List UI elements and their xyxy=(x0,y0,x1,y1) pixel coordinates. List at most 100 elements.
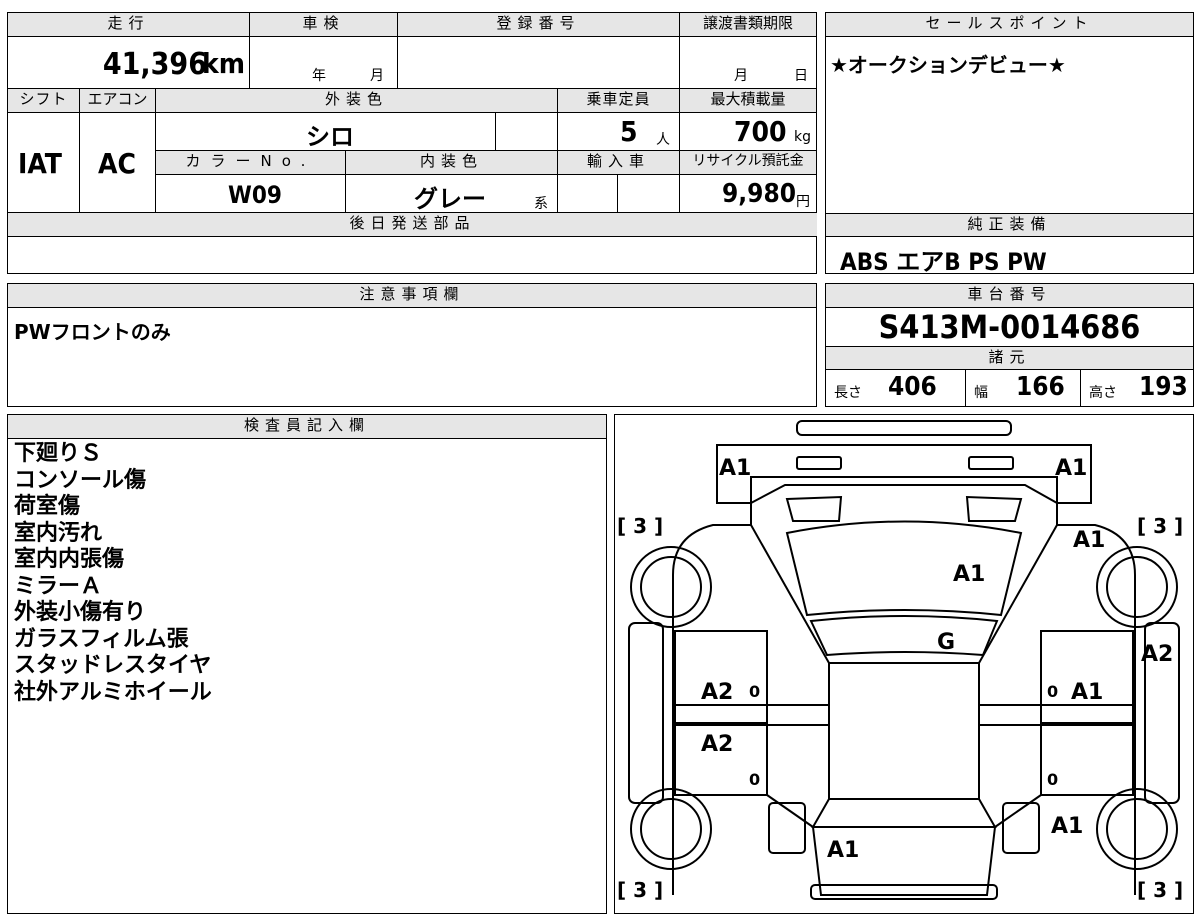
mark-front-left: A1 xyxy=(719,456,751,481)
mark-bracket-tr: [ 3 ] xyxy=(1137,514,1183,538)
mileage-unit: km xyxy=(202,47,245,80)
import-cell-a xyxy=(558,175,618,213)
rear-window xyxy=(811,798,997,828)
wheel-front-left-inner xyxy=(640,556,702,618)
mark-fender-right: A1 xyxy=(1073,528,1105,553)
wheel-front-left xyxy=(630,546,712,628)
capacity-cell: 5 人 xyxy=(558,113,680,151)
exterior-color-extra-cell xyxy=(496,113,558,151)
sales-point-text: ★オークションデビュー★ xyxy=(830,53,1066,77)
mileage-header: 走行 xyxy=(8,13,250,37)
headlight-right xyxy=(968,456,1014,470)
recycle-header: リサイクル預託金 xyxy=(680,151,817,175)
wheel-rear-right xyxy=(1096,788,1178,870)
remark-line: ミラーＡ xyxy=(14,573,103,599)
mark-zero-3: 0 xyxy=(749,770,760,789)
import-cell-b xyxy=(618,175,680,213)
rear-light-left xyxy=(768,802,806,854)
headlight-left xyxy=(796,456,842,470)
mark-hood: A1 xyxy=(953,562,985,587)
interior-color-suffix: 系 xyxy=(534,196,548,212)
inspector-remarks: 下廻りＳ コンソール傷 荷室傷 室内汚れ 室内内張傷 ミラーＡ 外装小傷有り ガ… xyxy=(14,441,212,706)
exterior-color-cell: シロ xyxy=(156,113,496,151)
rear-bumper xyxy=(810,884,998,900)
vehicle-info-block: 走行 車検 登録番号 譲渡書類期限 41,396 km 年 月 月 日 シフト … xyxy=(7,12,817,274)
windshield xyxy=(809,615,999,657)
remark-line: 荷室傷 xyxy=(14,494,81,519)
max-load-cell: 700 kg xyxy=(680,113,817,151)
remark-line: 室内汚れ xyxy=(14,520,103,546)
notes-text: PWフロントのみ xyxy=(14,320,171,344)
mark-bracket-bl: [ 3 ] xyxy=(617,878,663,902)
remark-line: 外装小傷有り xyxy=(14,600,147,625)
mark-right-rear-panel: A2 xyxy=(1141,642,1173,667)
recycle-unit: 円 xyxy=(796,194,810,210)
transfer-deadline-cell: 月 日 xyxy=(680,37,817,89)
recycle-cell: 9,980 円 xyxy=(680,175,817,213)
inspection-header: 車検 xyxy=(250,13,398,37)
rear-quarter-left xyxy=(766,794,814,828)
color-no-value: W09 xyxy=(228,181,282,209)
mileage-cell: 41,396 km xyxy=(8,37,250,89)
shift-value: IAT xyxy=(18,147,62,180)
wheel-rear-right-inner xyxy=(1106,798,1168,860)
later-parts-cell xyxy=(8,237,816,273)
rear-quarter-right xyxy=(994,794,1042,828)
inspector-block: 検査員記入欄 下廻りＳ コンソール傷 荷室傷 室内汚れ 室内内張傷 ミラーＡ 外… xyxy=(7,414,607,914)
mark-bracket-tl: [ 3 ] xyxy=(617,514,663,538)
length-label: 長さ xyxy=(834,385,862,401)
remark-line: 下廻りＳ xyxy=(14,441,103,466)
ac-value: AC xyxy=(98,147,136,180)
max-load-header: 最大積載量 xyxy=(680,89,817,113)
capacity-value: 5 xyxy=(620,115,638,148)
length-value: 406 xyxy=(888,372,937,402)
capacity-header: 乗車定員 xyxy=(558,89,680,113)
mark-right-front-door: A1 xyxy=(1071,680,1103,705)
sales-point-block: セールスポイント ★オークションデビュー★ 純正装備 ABS エアB PS PW xyxy=(825,12,1194,276)
hood xyxy=(785,520,1023,617)
capacity-unit: 人 xyxy=(656,132,670,148)
mark-zero-1: 0 xyxy=(749,682,760,701)
color-no-header: カラーNo. xyxy=(156,151,346,175)
rear-light-right xyxy=(1002,802,1040,854)
exterior-color-header: 外装色 xyxy=(156,89,558,113)
mileage-value: 41,396 xyxy=(102,47,207,82)
remark-line: 室内内張傷 xyxy=(14,547,125,572)
registration-header: 登録番号 xyxy=(398,13,680,37)
ac-cell: AC xyxy=(80,113,156,213)
interior-color-header: 内装色 xyxy=(346,151,558,175)
mark-zero-2: 0 xyxy=(1047,682,1058,701)
genuine-equipment-text: ABS エアB PS PW xyxy=(840,248,1047,276)
shift-cell: IAT xyxy=(8,113,80,213)
wheel-rear-left-inner xyxy=(640,798,702,860)
chassis-block: 車台番号 S413M-0014686 諸元 長さ 406 幅 166 高さ 19… xyxy=(825,283,1194,407)
car-diagram: A1 A1 [ 3 ] [ 3 ] A1 A1 G A2 A2 A1 A2 A1… xyxy=(617,420,1183,902)
remark-line: コンソール傷 xyxy=(14,467,147,493)
transfer-day: 日 xyxy=(794,68,808,84)
inspection-year: 年 xyxy=(312,68,326,84)
chassis-header: 車台番号 xyxy=(826,284,1193,308)
width-value: 166 xyxy=(1016,372,1065,402)
side-strip-left xyxy=(628,622,664,804)
height-value: 193 xyxy=(1139,372,1188,402)
length-spec: 長さ 406 xyxy=(826,370,966,406)
width-spec: 幅 166 xyxy=(966,370,1081,406)
mark-tailgate: A1 xyxy=(827,838,859,863)
shift-header: シフト xyxy=(8,89,80,113)
car-diagram-block: A1 A1 [ 3 ] [ 3 ] A1 A1 G A2 A2 A1 A2 A1… xyxy=(614,414,1194,914)
mirror-right xyxy=(965,495,1023,522)
mark-front-right: A1 xyxy=(1055,456,1087,481)
ac-header: エアコン xyxy=(80,89,156,113)
later-parts-header: 後日発送部品 xyxy=(8,213,817,237)
mark-left-front-door: A2 xyxy=(701,680,733,705)
width-label: 幅 xyxy=(974,385,988,401)
mirror-left xyxy=(785,495,843,522)
max-load-value: 700 xyxy=(734,115,787,148)
transfer-deadline-header: 譲渡書類期限 xyxy=(680,13,817,37)
color-no-cell: W09 xyxy=(156,175,346,213)
inspection-cell: 年 月 xyxy=(250,37,398,89)
height-spec: 高さ 193 xyxy=(1081,370,1193,406)
door-right-front xyxy=(1040,630,1134,724)
interior-color-value: グレー xyxy=(414,185,486,213)
height-label: 高さ xyxy=(1089,385,1117,401)
